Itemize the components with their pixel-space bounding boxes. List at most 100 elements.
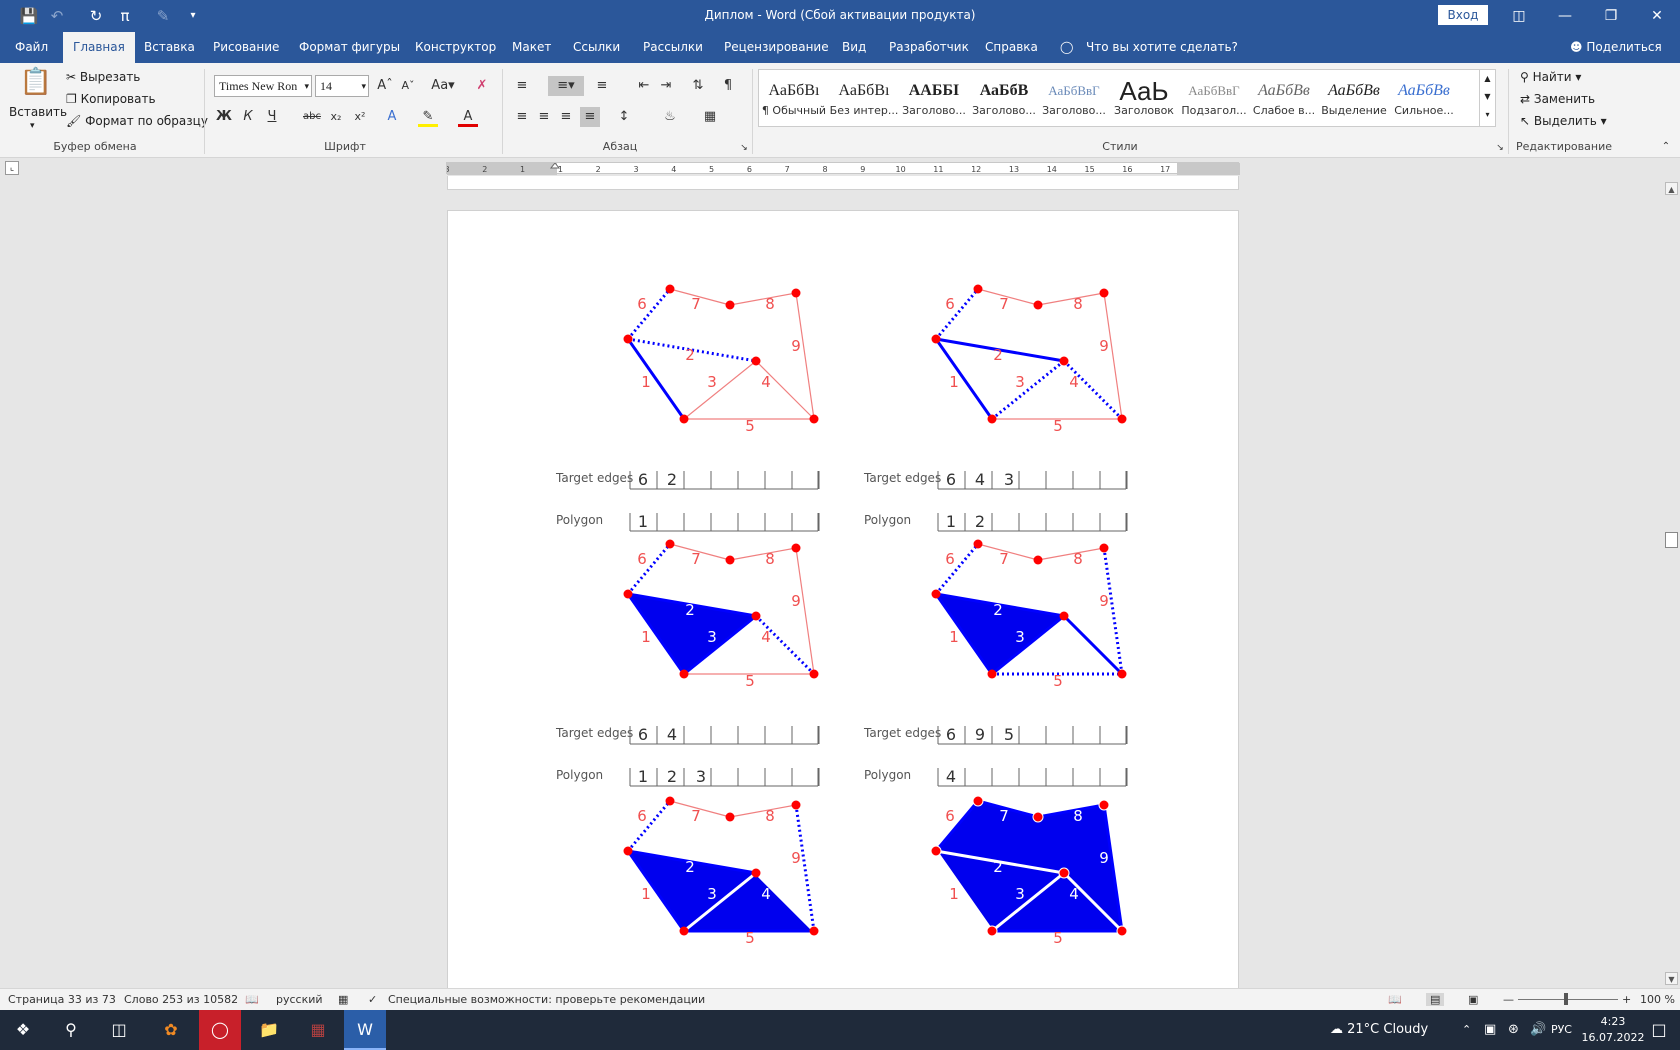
- paste-icon[interactable]: 📋: [18, 67, 54, 103]
- winrar-icon[interactable]: ▦: [297, 1010, 339, 1050]
- highlight-icon[interactable]: ✎: [418, 107, 438, 127]
- paste-chevron-icon[interactable]: ▾: [30, 121, 35, 131]
- numbering-icon[interactable]: ≡▾: [548, 76, 584, 96]
- format-painter-button[interactable]: 🖌 Формат по образцу: [66, 114, 208, 128]
- style-title[interactable]: АаЬ Заголовок: [1109, 70, 1179, 126]
- shading-icon[interactable]: ♨: [660, 107, 680, 127]
- tell-me-search[interactable]: Что вы хотите сделать?: [1086, 32, 1238, 63]
- style-heading-2[interactable]: АаБбВ Заголово...: [969, 70, 1039, 126]
- zoom-slider[interactable]: [1518, 999, 1618, 1000]
- wifi-icon[interactable]: ⊛: [1508, 1010, 1519, 1050]
- notifications-icon[interactable]: □: [1638, 1010, 1680, 1050]
- decrease-indent-icon[interactable]: ⇤: [634, 76, 654, 96]
- minimize-icon[interactable]: —: [1550, 4, 1580, 28]
- style-no-spacing[interactable]: АаБбВı Без интер...: [829, 70, 899, 126]
- shrink-font-icon[interactable]: Aˇ: [398, 76, 418, 96]
- font-size-combo[interactable]: 14 ▾: [315, 75, 369, 97]
- style-emphasis[interactable]: АаБбВв Выделение: [1319, 70, 1389, 126]
- proofing-icon[interactable]: 📖: [245, 993, 259, 1006]
- font-name-combo[interactable]: Times New Ron ▾: [214, 75, 312, 97]
- dialog-launcher-icon[interactable]: ↘: [1490, 138, 1510, 158]
- scroll-up-icon[interactable]: ▲: [1665, 182, 1678, 195]
- ribbon-display-icon[interactable]: ◫: [1504, 4, 1534, 28]
- read-mode-icon[interactable]: 📖: [1388, 993, 1402, 1006]
- zoom-slider-handle[interactable]: [1564, 993, 1568, 1005]
- underline-button[interactable]: Ч: [262, 107, 282, 127]
- tab-layout[interactable]: Макет: [512, 32, 551, 63]
- print-layout-icon[interactable]: ▤: [1426, 993, 1445, 1006]
- document-page[interactable]: 1 2 3 4 5 6 7 8 9 Target edges 6 2 Polygon 1 1 2 3 4 5 6 7 8 9…: [447, 210, 1239, 1000]
- subscript-icon[interactable]: x₂: [326, 107, 346, 127]
- increase-indent-icon[interactable]: ⇥: [656, 76, 676, 96]
- bullets-icon[interactable]: ≡: [512, 76, 532, 96]
- accessibility-status[interactable]: Специальные возможности: проверьте реком…: [388, 993, 705, 1006]
- multilevel-list-icon[interactable]: ≡: [592, 76, 612, 96]
- dialog-launcher-icon[interactable]: ↘: [734, 138, 754, 158]
- align-right-icon[interactable]: ≡: [556, 107, 576, 127]
- zoom-in-icon[interactable]: +: [1622, 993, 1631, 1006]
- style-subtitle[interactable]: АаБбВвГ Подзагол...: [1179, 70, 1249, 126]
- search-icon[interactable]: ⚲: [50, 1010, 92, 1050]
- style-heading-3[interactable]: АаБбВвГ Заголово...: [1039, 70, 1109, 126]
- style-normal[interactable]: АаБбВı ¶ Обычный: [759, 70, 829, 126]
- network-icon[interactable]: ▣: [1484, 1010, 1496, 1050]
- tab-shape-format[interactable]: Формат фигуры: [299, 32, 400, 63]
- line-spacing-icon[interactable]: ↕: [614, 107, 634, 127]
- blender-icon[interactable]: ✿: [150, 1010, 192, 1050]
- sort-icon[interactable]: ⇅: [688, 76, 708, 96]
- horizontal-ruler[interactable]: 3211234567891011121314151617: [446, 162, 1240, 175]
- strikethrough-button[interactable]: abc: [302, 107, 322, 127]
- web-layout-icon[interactable]: ▣: [1468, 993, 1478, 1006]
- text-effects-icon[interactable]: A: [382, 107, 402, 127]
- cut-button[interactable]: ✂ Вырезать: [66, 70, 140, 84]
- tab-home[interactable]: Главная: [63, 32, 135, 63]
- weather-widget[interactable]: ☁ 21°C Cloudy: [1330, 1010, 1428, 1050]
- word-count[interactable]: Слово 253 из 10582: [124, 993, 238, 1006]
- collapse-ribbon-icon[interactable]: ⌃: [1656, 137, 1676, 157]
- task-view-icon[interactable]: ◫: [98, 1010, 140, 1050]
- page-count[interactable]: Страница 33 из 73: [8, 993, 116, 1006]
- tab-developer[interactable]: Разработчик: [889, 32, 969, 63]
- find-button[interactable]: ⚲ Найти ▾: [1520, 70, 1581, 84]
- input-language[interactable]: РУС: [1532, 1010, 1572, 1050]
- tab-view[interactable]: Вид: [842, 32, 866, 63]
- style-heading-1[interactable]: ААББІ Заголово...: [899, 70, 969, 126]
- opera-icon[interactable]: ◯: [199, 1010, 241, 1050]
- select-button[interactable]: ↖ Выделить ▾: [1520, 114, 1607, 128]
- font-color-icon[interactable]: A: [458, 107, 478, 127]
- align-left-icon[interactable]: ≡: [512, 107, 532, 127]
- tab-review[interactable]: Рецензирование: [724, 32, 829, 63]
- macro-icon[interactable]: ▦: [338, 993, 348, 1006]
- bold-button[interactable]: Ж: [214, 107, 234, 127]
- tab-selector-icon[interactable]: ⌞: [5, 161, 19, 175]
- show-marks-icon[interactable]: ¶: [718, 76, 738, 96]
- vertical-scrollbar[interactable]: ▲ ▼: [1663, 180, 1680, 988]
- borders-icon[interactable]: ▦: [700, 107, 720, 127]
- superscript-icon[interactable]: x²: [350, 107, 370, 127]
- tab-help[interactable]: Справка: [985, 32, 1038, 63]
- restore-icon[interactable]: ❐: [1596, 4, 1626, 28]
- tray-chevron-icon[interactable]: ⌃: [1462, 1010, 1471, 1050]
- change-case-icon[interactable]: Aa▾: [428, 76, 458, 96]
- italic-button[interactable]: К: [238, 107, 258, 127]
- paste-button[interactable]: Вставить: [9, 105, 67, 119]
- tab-draw[interactable]: Рисование: [213, 32, 279, 63]
- tab-file[interactable]: Файл: [15, 32, 48, 63]
- gallery-scroll[interactable]: ▲ ▼ ▾: [1479, 70, 1495, 126]
- tab-mailings[interactable]: Рассылки: [643, 32, 703, 63]
- tab-references[interactable]: Ссылки: [573, 32, 620, 63]
- copy-button[interactable]: ❐ Копировать: [66, 92, 156, 106]
- align-center-icon[interactable]: ≡: [534, 107, 554, 127]
- close-icon[interactable]: ✕: [1642, 4, 1672, 28]
- language[interactable]: русский: [276, 993, 323, 1006]
- tab-design[interactable]: Конструктор: [415, 32, 496, 63]
- tab-insert[interactable]: Вставка: [144, 32, 195, 63]
- word-taskbar-icon[interactable]: W: [344, 1010, 386, 1050]
- style-intense-emphasis[interactable]: АаБбВв Сильное...: [1389, 70, 1459, 126]
- replace-button[interactable]: ⇄ Заменить: [1520, 92, 1595, 106]
- scroll-down-icon[interactable]: ▼: [1665, 972, 1678, 985]
- zoom-out-icon[interactable]: —: [1503, 993, 1514, 1006]
- zoom-level[interactable]: 100 %: [1640, 993, 1675, 1006]
- grow-font-icon[interactable]: Aˆ: [375, 76, 395, 96]
- justify-icon[interactable]: ≡: [580, 107, 600, 127]
